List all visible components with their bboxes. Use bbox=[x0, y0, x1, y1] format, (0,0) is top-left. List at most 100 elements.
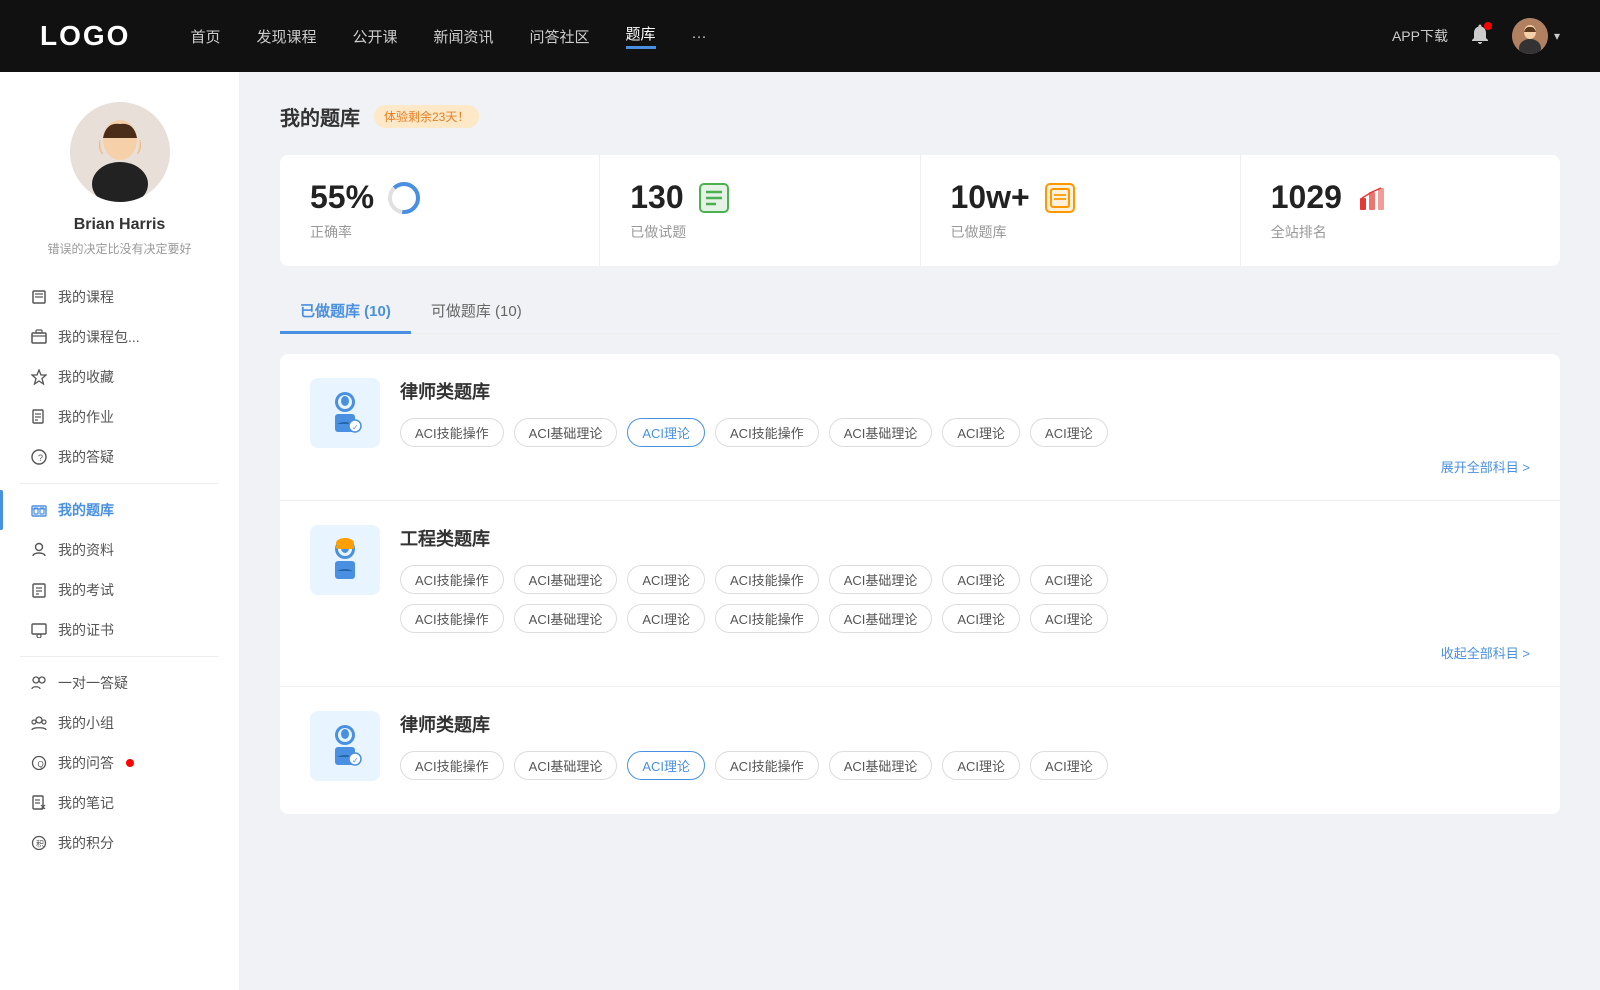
expand-link-1[interactable]: 收起全部科目 > bbox=[400, 643, 1530, 662]
tag-0-1[interactable]: ACI基础理论 bbox=[514, 418, 618, 447]
nav-news[interactable]: 新闻资讯 bbox=[434, 26, 494, 47]
sidebar-item-course[interactable]: 我的课程 bbox=[0, 277, 239, 317]
tag-1-0[interactable]: ACI技能操作 bbox=[400, 565, 504, 594]
points-icon: 积 bbox=[30, 834, 48, 852]
tag-1-5[interactable]: ACI理论 bbox=[942, 565, 1020, 594]
star-icon bbox=[30, 368, 48, 386]
tag-1r2-0[interactable]: ACI技能操作 bbox=[400, 604, 504, 633]
tag-2-5[interactable]: ACI理论 bbox=[942, 751, 1020, 780]
trial-badge: 体验剩余23天！ bbox=[374, 105, 479, 128]
svg-text:Q: Q bbox=[38, 760, 44, 769]
tag-1-4[interactable]: ACI基础理论 bbox=[829, 565, 933, 594]
qbank-content-2: 律师类题库 ACI技能操作 ACI基础理论 ACI理论 ACI技能操作 ACI基… bbox=[400, 711, 1530, 790]
sidebar-item-notes[interactable]: 我的笔记 bbox=[0, 783, 239, 823]
tabs: 已做题库 (10) 可做题库 (10) bbox=[280, 290, 1560, 334]
stat-accuracy-label: 正确率 bbox=[310, 222, 569, 242]
stat-accuracy-value: 55% bbox=[310, 179, 374, 216]
nav-discover[interactable]: 发现课程 bbox=[256, 26, 316, 47]
sidebar-item-myqa[interactable]: Q 我的问答 bbox=[0, 743, 239, 783]
tag-2-3[interactable]: ACI技能操作 bbox=[715, 751, 819, 780]
qbank-icon-lawyer-2: ✓ bbox=[310, 711, 380, 781]
stat-done-banks-value: 10w+ bbox=[951, 179, 1030, 216]
tag-0-6[interactable]: ACI理论 bbox=[1030, 418, 1108, 447]
qbank-name-2: 律师类题库 bbox=[400, 711, 1530, 737]
tag-2-1[interactable]: ACI基础理论 bbox=[514, 751, 618, 780]
sidebar-item-one2one[interactable]: 一对一答疑 bbox=[0, 663, 239, 703]
tag-1-1[interactable]: ACI基础理论 bbox=[514, 565, 618, 594]
expand-link-0[interactable]: 展开全部科目 > bbox=[400, 457, 1530, 476]
main-content: 我的题库 体验剩余23天！ 55% 正确率 13 bbox=[240, 72, 1600, 990]
tag-1r2-4[interactable]: ACI基础理论 bbox=[829, 604, 933, 633]
sidebar-divider-2 bbox=[20, 656, 219, 657]
tag-0-0[interactable]: ACI技能操作 bbox=[400, 418, 504, 447]
list-svg bbox=[696, 180, 732, 216]
navbar-right: APP下载 ▾ bbox=[1392, 18, 1560, 54]
sidebar-item-answerq[interactable]: ? 我的答疑 bbox=[0, 437, 239, 477]
tag-0-5[interactable]: ACI理论 bbox=[942, 418, 1020, 447]
sidebar: Brian Harris 错误的决定比没有决定要好 我的课程 我的课程包... … bbox=[0, 72, 240, 990]
qbank-top-0: ✓ 律师类题库 ACI技能操作 ACI基础理论 ACI理论 ACI技能操作 AC… bbox=[310, 378, 1530, 476]
tag-1-3[interactable]: ACI技能操作 bbox=[715, 565, 819, 594]
nav-qa[interactable]: 问答社区 bbox=[530, 26, 590, 47]
tag-0-2[interactable]: ACI理论 bbox=[627, 418, 705, 447]
qa-notification-dot bbox=[126, 759, 134, 767]
sidebar-item-exam[interactable]: 我的考试 bbox=[0, 570, 239, 610]
sidebar-item-favorites[interactable]: 我的收藏 bbox=[0, 357, 239, 397]
stat-accuracy-top: 55% bbox=[310, 179, 569, 216]
nav-questionbank[interactable]: 题库 bbox=[626, 23, 656, 49]
app-download-button[interactable]: APP下载 bbox=[1392, 26, 1448, 46]
sidebar-cert-label: 我的证书 bbox=[58, 620, 114, 640]
profile-name: Brian Harris bbox=[74, 216, 166, 234]
tag-2-0[interactable]: ACI技能操作 bbox=[400, 751, 504, 780]
qa-icon: Q bbox=[30, 754, 48, 772]
tag-0-3[interactable]: ACI技能操作 bbox=[715, 418, 819, 447]
tag-1r2-1[interactable]: ACI基础理论 bbox=[514, 604, 618, 633]
exam-icon bbox=[30, 581, 48, 599]
tag-1r2-5[interactable]: ACI理论 bbox=[942, 604, 1020, 633]
stat-done-banks: 10w+ 已做题库 bbox=[921, 155, 1241, 266]
sidebar-item-points[interactable]: 积 我的积分 bbox=[0, 823, 239, 863]
profile-motto: 错误的决定比没有决定要好 bbox=[47, 240, 191, 257]
tag-1r2-2[interactable]: ACI理论 bbox=[627, 604, 705, 633]
tag-1-6[interactable]: ACI理论 bbox=[1030, 565, 1108, 594]
tag-1r2-3[interactable]: ACI技能操作 bbox=[715, 604, 819, 633]
tag-2-6[interactable]: ACI理论 bbox=[1030, 751, 1108, 780]
stat-ranking: 1029 全站排名 bbox=[1241, 155, 1560, 266]
tag-2-4[interactable]: ACI基础理论 bbox=[829, 751, 933, 780]
qbank-tags-0: ACI技能操作 ACI基础理论 ACI理论 ACI技能操作 ACI基础理论 AC… bbox=[400, 418, 1530, 447]
stat-ranking-label: 全站排名 bbox=[1271, 222, 1530, 242]
tag-0-4[interactable]: ACI基础理论 bbox=[829, 418, 933, 447]
sidebar-item-cert[interactable]: 我的证书 bbox=[0, 610, 239, 650]
qbank-card-1: 工程类题库 ACI技能操作 ACI基础理论 ACI理论 ACI技能操作 ACI基… bbox=[280, 501, 1560, 687]
stat-done-questions-value: 130 bbox=[630, 179, 683, 216]
svg-text:✓: ✓ bbox=[352, 423, 359, 432]
profile-image bbox=[70, 102, 170, 202]
notification-bell[interactable] bbox=[1468, 22, 1492, 51]
doc-icon bbox=[1042, 180, 1078, 216]
sidebar-item-mydata[interactable]: 我的资料 bbox=[0, 530, 239, 570]
qbank-name-0: 律师类题库 bbox=[400, 378, 1530, 404]
tab-available-banks[interactable]: 可做题库 (10) bbox=[411, 290, 542, 334]
user-avatar-menu[interactable]: ▾ bbox=[1512, 18, 1560, 54]
nav-opencourse[interactable]: 公开课 bbox=[352, 26, 397, 47]
sidebar-item-mybank[interactable]: 我的题库 bbox=[0, 490, 239, 530]
logo: LOGO bbox=[40, 20, 130, 52]
sidebar-item-package[interactable]: 我的课程包... bbox=[0, 317, 239, 357]
tag-1r2-6[interactable]: ACI理论 bbox=[1030, 604, 1108, 633]
page-layout: Brian Harris 错误的决定比没有决定要好 我的课程 我的课程包... … bbox=[0, 72, 1600, 990]
qbank-tags-1: ACI技能操作 ACI基础理论 ACI理论 ACI技能操作 ACI基础理论 AC… bbox=[400, 565, 1530, 594]
sidebar-item-homework[interactable]: 我的作业 bbox=[0, 397, 239, 437]
stat-done-banks-top: 10w+ bbox=[951, 179, 1210, 216]
cert-icon bbox=[30, 621, 48, 639]
qbank-icon-lawyer-0: ✓ bbox=[310, 378, 380, 448]
sidebar-item-group[interactable]: 我的小组 bbox=[0, 703, 239, 743]
tab-done-banks[interactable]: 已做题库 (10) bbox=[280, 290, 411, 334]
stat-done-questions-top: 130 bbox=[630, 179, 889, 216]
page-title: 我的题库 bbox=[280, 102, 360, 131]
stats-row: 55% 正确率 130 bbox=[280, 155, 1560, 266]
tag-2-2[interactable]: ACI理论 bbox=[627, 751, 705, 780]
pie-svg bbox=[386, 180, 422, 216]
nav-home[interactable]: 首页 bbox=[190, 26, 220, 47]
nav-more[interactable]: ··· bbox=[692, 28, 707, 45]
tag-1-2[interactable]: ACI理论 bbox=[627, 565, 705, 594]
